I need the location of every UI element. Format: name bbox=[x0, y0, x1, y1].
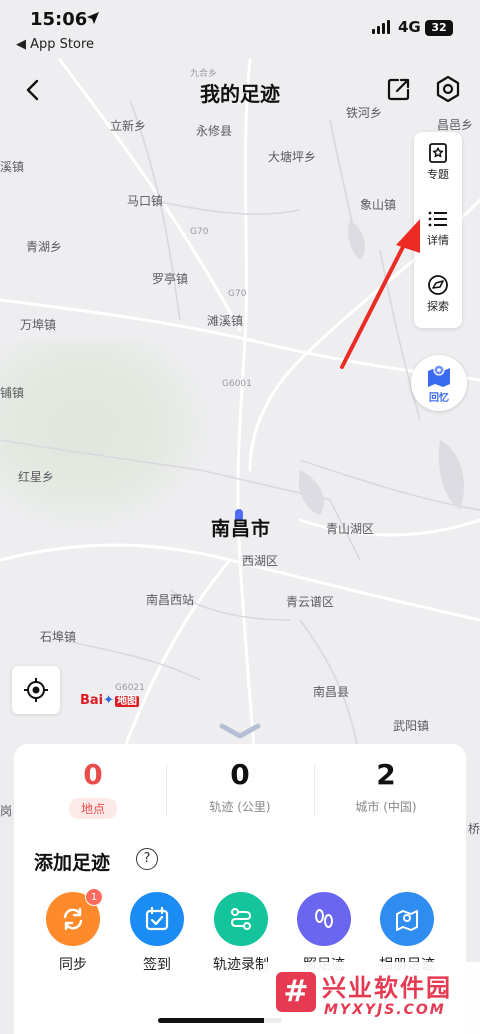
compass-icon bbox=[428, 275, 448, 295]
add-footprint-title: 添加足迹 bbox=[34, 852, 111, 874]
map-label: 昌邑乡 bbox=[437, 118, 474, 132]
list-icon bbox=[428, 211, 447, 227]
locate-button[interactable] bbox=[12, 666, 60, 714]
stat-label: 轨迹 (公里) bbox=[209, 800, 271, 814]
cellular-signal-icon bbox=[372, 20, 390, 34]
stat-places[interactable]: 0 地点 bbox=[18, 758, 168, 819]
side-item-label: 专题 bbox=[427, 168, 449, 181]
back-to-app-store[interactable]: ◀ App Store bbox=[16, 37, 94, 52]
map-label: 罗亭镇 bbox=[152, 272, 189, 286]
stat-value: 2 bbox=[376, 758, 396, 791]
map-label: 武阳镇 bbox=[393, 719, 430, 733]
stat-value: 0 bbox=[83, 758, 103, 791]
map-label: 西湖区 bbox=[242, 554, 279, 568]
gear-icon[interactable] bbox=[434, 75, 462, 103]
map-label: 南昌县 bbox=[313, 685, 350, 699]
battery-icon: 32 bbox=[425, 20, 453, 36]
map-label: 石埠镇 bbox=[40, 630, 77, 644]
map-label: 桥 bbox=[468, 822, 480, 836]
map-label: 马口镇 bbox=[127, 194, 164, 208]
map-label: 溪镇 bbox=[0, 160, 25, 174]
network-type: 4G bbox=[398, 18, 421, 36]
watermark-logo: # bbox=[276, 972, 316, 1012]
action-circle bbox=[380, 892, 434, 946]
action-sync-button[interactable]: 1 同步 bbox=[36, 888, 110, 974]
route-icon bbox=[230, 908, 252, 930]
action-circle bbox=[130, 892, 184, 946]
map-label: 滩溪镇 bbox=[207, 314, 244, 328]
album-pin-icon bbox=[396, 910, 418, 931]
baidu-map-logo: Bai✦ 地图 bbox=[80, 692, 140, 708]
action-label: 同步 bbox=[59, 957, 87, 973]
action-circle bbox=[214, 892, 268, 946]
map-label: 红星乡 bbox=[18, 470, 55, 484]
stat-tracks[interactable]: 0 轨迹 (公里) bbox=[165, 758, 315, 815]
watermark-domain: MYXYJS.COM bbox=[324, 1002, 446, 1018]
calendar-check-icon bbox=[145, 906, 169, 931]
action-circle bbox=[297, 892, 351, 946]
crosshair-icon bbox=[24, 678, 48, 702]
status-time: 15:06 bbox=[30, 9, 88, 30]
map-label: 岗 bbox=[0, 804, 13, 818]
city-label: 南昌市 bbox=[211, 518, 272, 540]
side-item-topic[interactable]: 专题 bbox=[414, 132, 462, 196]
chevron-down-icon[interactable] bbox=[218, 722, 262, 740]
map-label: 立新乡 bbox=[110, 119, 147, 133]
map-label: 青云谱区 bbox=[286, 595, 335, 609]
map-label: 永修县 bbox=[196, 124, 233, 138]
watermark: # 兴业软件园 MYXYJS.COM bbox=[264, 962, 480, 1034]
map-label: 青山湖区 bbox=[326, 522, 375, 536]
baidu-logo-text: Bai bbox=[80, 693, 104, 708]
stat-label: 地点 bbox=[68, 798, 117, 819]
paw-icon: ✦ bbox=[103, 693, 115, 708]
map-label: 大塘坪乡 bbox=[268, 150, 317, 164]
sync-icon bbox=[63, 907, 83, 931]
stats-row: 0 地点 0 轨迹 (公里) 2 城市 (中国) bbox=[14, 744, 466, 834]
map-label: 南昌西站 bbox=[146, 593, 195, 607]
stat-label: 城市 (中国) bbox=[355, 800, 417, 814]
map-label: 铺镇 bbox=[0, 386, 25, 400]
help-icon[interactable]: ? bbox=[136, 848, 158, 870]
footprints-icon bbox=[315, 909, 333, 928]
map-label: 青湖乡 bbox=[26, 240, 63, 254]
map-label: G70 bbox=[190, 227, 209, 237]
action-checkin-button[interactable]: 签到 bbox=[120, 892, 194, 974]
watermark-name: 兴业软件园 bbox=[322, 974, 452, 1002]
map-label: G6001 bbox=[222, 379, 252, 389]
memory-label: 回忆 bbox=[429, 393, 449, 404]
annotation-arrow-icon bbox=[340, 219, 420, 369]
action-circle: 1 bbox=[46, 888, 103, 946]
location-arrow-icon bbox=[87, 12, 99, 24]
action-label: 签到 bbox=[143, 957, 171, 973]
map-label: G70 bbox=[228, 289, 247, 299]
topic-icon bbox=[429, 143, 447, 163]
map-view[interactable]: 九合乡 铁河乡 昌邑乡 立新乡 永修县 大塘坪乡 溪镇 马口镇 象山镇 G70 … bbox=[0, 0, 480, 760]
stat-cities[interactable]: 2 城市 (中国) bbox=[311, 758, 461, 815]
notification-badge: 1 bbox=[85, 888, 103, 906]
status-bar: 15:06 ◀ App Store 4G 32 bbox=[0, 0, 480, 58]
share-icon[interactable] bbox=[386, 76, 412, 102]
stat-value: 0 bbox=[230, 758, 250, 791]
baidu-logo-suffix: 地图 bbox=[115, 696, 140, 707]
map-label: 万埠镇 bbox=[20, 318, 57, 332]
map-label: 象山镇 bbox=[360, 198, 397, 212]
